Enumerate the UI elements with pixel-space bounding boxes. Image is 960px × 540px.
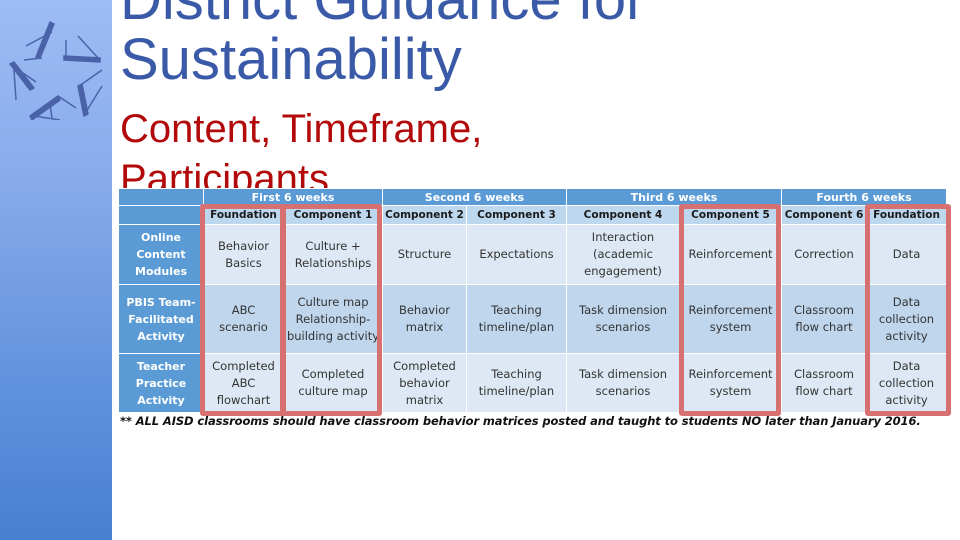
- component-header-row: Foundation Component 1 Component 2 Compo…: [118, 205, 948, 225]
- table-cell: Completed culture map: [283, 353, 383, 413]
- table-cell: Reinforcement system: [678, 284, 783, 354]
- component-header: Component 4: [566, 205, 680, 225]
- table-cell: Correction: [781, 224, 868, 285]
- table-cell: Data collection activity: [866, 353, 948, 413]
- table-cell: Completed ABC flowchart: [203, 353, 284, 413]
- footnote: ** ALL AISD classrooms should have class…: [120, 414, 921, 428]
- component-header: Component 2: [382, 205, 467, 225]
- slide-title-line-2: Sustainability: [120, 27, 462, 92]
- table-cell: Behavior Basics: [203, 224, 284, 285]
- table-cell: Data: [866, 224, 948, 285]
- table-cell: Data collection activity: [866, 284, 948, 354]
- table-cell: Reinforcement: [678, 224, 783, 285]
- table-cell: Completed behavior matrix: [382, 353, 467, 413]
- period-header: Second 6 weeks: [382, 188, 567, 206]
- sidebar-band: [0, 0, 112, 540]
- row-label: Teacher Practice Activity: [118, 353, 204, 413]
- table-cell: Structure: [382, 224, 467, 285]
- corner-cell: [118, 188, 204, 206]
- slide-subtitle-line-2: Participants: [120, 157, 329, 188]
- row-label: PBIS Team-Facilitated Activity: [118, 284, 204, 354]
- table-cell: Behavior matrix: [382, 284, 467, 354]
- period-header: Third 6 weeks: [565, 188, 783, 206]
- table-cell: Interaction (academic engagement): [566, 224, 680, 285]
- component-header: Component 5: [678, 205, 783, 225]
- corner-cell: [118, 205, 204, 225]
- component-header: Foundation: [866, 205, 948, 225]
- table-cell: Culture + Relationships: [283, 224, 383, 285]
- component-header: Component 1: [283, 205, 383, 225]
- component-header: Component 6: [781, 205, 868, 225]
- table-cell: Task dimension scenarios: [566, 284, 680, 354]
- table-cell: Teaching timeline/plan: [466, 284, 567, 354]
- table-cell: Classroom flow chart: [781, 353, 868, 413]
- period-header-row: First 6 weeks Second 6 weeks Third 6 wee…: [118, 188, 948, 206]
- table-cell: Classroom flow chart: [781, 284, 868, 354]
- table-row: Online Content Modules Behavior Basics C…: [118, 224, 948, 285]
- star-of-letter-a-logo-icon: [8, 20, 103, 120]
- schedule-table: First 6 weeks Second 6 weeks Third 6 wee…: [118, 188, 948, 413]
- period-header: First 6 weeks: [203, 188, 383, 206]
- component-header: Component 3: [466, 205, 567, 225]
- row-label: Online Content Modules: [118, 224, 204, 285]
- component-header: Foundation: [203, 205, 284, 225]
- table-cell: Culture map Relationship-building activi…: [283, 284, 383, 354]
- slide-subtitle-line-1: Content, Timeframe,: [120, 107, 483, 151]
- period-header: Fourth 6 weeks: [781, 188, 948, 206]
- table-cell: ABC scenario: [203, 284, 284, 354]
- table-cell: Task dimension scenarios: [566, 353, 680, 413]
- table-row: Teacher Practice Activity Completed ABC …: [118, 353, 948, 413]
- table-cell: Expectations: [466, 224, 567, 285]
- table-cell: Reinforcement system: [678, 353, 783, 413]
- table-cell: Teaching timeline/plan: [466, 353, 567, 413]
- table-row: PBIS Team-Facilitated Activity ABC scena…: [118, 284, 948, 354]
